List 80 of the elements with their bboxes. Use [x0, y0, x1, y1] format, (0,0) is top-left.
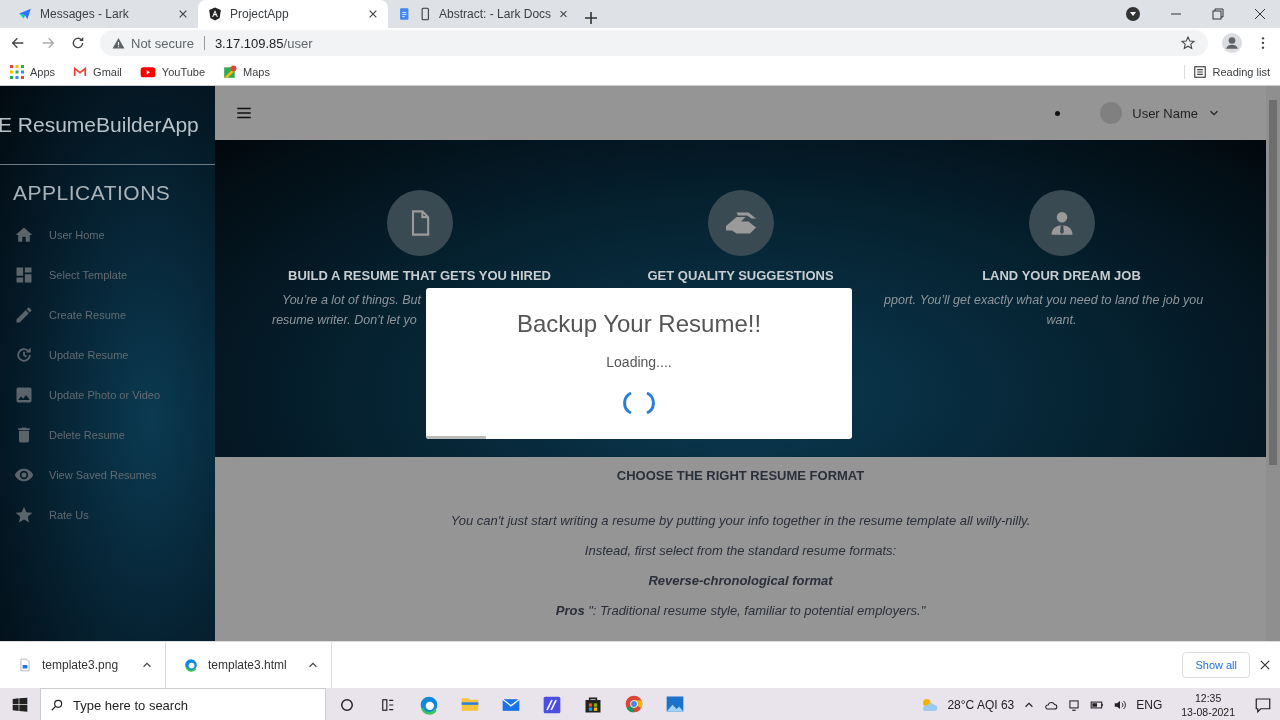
loading-text: Loading....	[606, 354, 672, 370]
weather-icon	[920, 696, 939, 714]
browser-tab[interactable]: Abstract: - Lark Docs	[388, 0, 578, 28]
back-icon	[10, 35, 26, 51]
notification-icon	[1254, 696, 1272, 714]
close-icon	[1254, 8, 1266, 20]
chrome-logo-icon	[623, 694, 644, 714]
address-bar[interactable]: Not secure 3.17.109.85/user	[100, 30, 1208, 56]
history-icon	[14, 345, 34, 365]
feature-text: pport.	[884, 292, 916, 309]
browser-tab[interactable]: ProjectApp	[198, 0, 388, 28]
clock-date[interactable]: 13-08-2021	[1181, 705, 1235, 719]
phone-icon	[418, 7, 432, 21]
dashboard-icon	[14, 265, 34, 285]
feature-title: LAND YOUR DREAM JOB	[982, 268, 1141, 283]
bookmark[interactable]: Apps	[10, 64, 56, 79]
feature-text: want.	[1046, 312, 1077, 329]
mail-icon	[73, 64, 88, 79]
image-file-icon	[18, 658, 32, 672]
battery-icon	[1090, 698, 1105, 712]
loading-spinner	[622, 390, 656, 416]
feature-title: GET QUALITY SUGGESTIONS	[647, 268, 834, 283]
language-indicator[interactable]: ENG	[1136, 698, 1163, 712]
circle-icon	[339, 698, 354, 712]
feature-text: You’ll get exactly what you need to land the job you	[919, 292, 1204, 309]
security-label: Not secure	[131, 35, 194, 51]
paragraph: You can't just start writing a resume by putting your info together in the resume template all willy-nilly.	[450, 513, 1031, 528]
app-tile-icon	[541, 695, 562, 715]
task-view-icon	[380, 698, 395, 712]
weather-text[interactable]: 28°C AQI 63	[947, 698, 1015, 712]
star-icon	[14, 505, 34, 525]
status-dot-icon	[1055, 110, 1061, 116]
close-icon	[178, 9, 188, 19]
reload-icon	[70, 35, 86, 51]
browser-logo-icon	[184, 658, 198, 672]
forward-icon	[40, 35, 56, 51]
new-tab-icon	[584, 11, 598, 25]
doc-icon	[398, 7, 411, 21]
reading-list-button[interactable]: Reading list	[1183, 64, 1270, 79]
user-name[interactable]: User Name	[1132, 105, 1198, 121]
bookmark[interactable]: Gmail	[73, 64, 122, 79]
photos-icon	[664, 694, 685, 714]
close-icon	[368, 9, 378, 19]
paragraph: Instead, first select from the standard resume formats:	[584, 543, 897, 558]
app-title: E ResumeBuilderApp	[0, 113, 199, 137]
star-outline-icon	[1180, 35, 1196, 51]
map-pin-icon	[223, 64, 238, 79]
scrollbar[interactable]	[1266, 86, 1280, 641]
list-icon	[1192, 64, 1207, 79]
search-icon	[50, 698, 64, 712]
feature-title: BUILD A RESUME THAT GETS YOU HIRED	[288, 268, 551, 283]
image-icon	[14, 385, 34, 405]
url-text: 3.17.109.85/user	[214, 35, 313, 51]
bookmark[interactable]: YouTube	[139, 63, 206, 80]
warning-icon	[112, 36, 125, 50]
feature-text: resume writer. Don’t let yo	[272, 312, 417, 329]
speaker-icon	[1113, 698, 1128, 712]
shield-letter-icon	[208, 7, 222, 21]
close-icon	[559, 9, 568, 19]
heading: CHOOSE THE RIGHT RESUME FORMAT	[616, 468, 865, 483]
browser-logo-icon	[418, 695, 439, 715]
heading: Reverse-chronological format	[648, 573, 833, 588]
profile-icon	[1222, 33, 1242, 53]
clock-time[interactable]: 12:35	[1195, 691, 1222, 705]
dropdown-icon	[1126, 7, 1140, 21]
close-icon	[1260, 660, 1270, 670]
show-all-button[interactable]: Show all	[1182, 652, 1250, 678]
apps-grid-icon	[10, 64, 24, 79]
paper-plane-icon	[18, 7, 32, 21]
search-field[interactable]: Type here to search	[40, 688, 326, 720]
feature-text: You’re a lot of things. But	[282, 292, 421, 309]
restore-icon	[1212, 8, 1224, 20]
section-title: APPLICATIONS	[12, 180, 172, 206]
paragraph: Pros ": Traditional resume style, familiar to potential employers."	[555, 603, 926, 618]
home-icon	[14, 225, 34, 245]
bookmark[interactable]: Maps	[223, 64, 270, 79]
browser-tab[interactable]: Messages - Lark	[8, 0, 198, 28]
pencil-icon	[14, 305, 34, 325]
windows-icon	[12, 697, 28, 713]
dialog-title: Backup Your Resume!!	[516, 310, 762, 338]
